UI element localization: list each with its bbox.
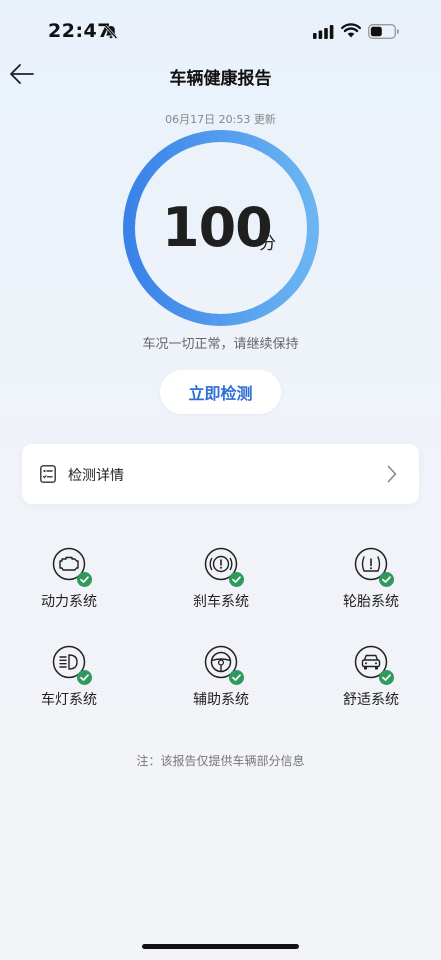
check-badge-icon: [379, 670, 394, 685]
status-time: 22:47: [48, 20, 111, 42]
check-badge-icon: [77, 670, 92, 685]
score-value: 100: [162, 196, 273, 259]
system-item-lights[interactable]: 车灯系统: [14, 645, 124, 715]
system-item-comfort[interactable]: 舒适系统: [316, 645, 426, 715]
system-label: 辅助系统: [193, 692, 249, 708]
score-unit: 分: [259, 234, 276, 254]
bell-off-icon: [104, 25, 118, 39]
wifi-icon: [341, 23, 361, 38]
check-badge-icon: [229, 670, 244, 685]
system-item-assist[interactable]: 辅助系统: [166, 645, 276, 715]
check-now-button[interactable]: 立即检测: [160, 370, 281, 414]
check-badge-icon: [229, 572, 244, 587]
score-message: 车况一切正常，请继续保持: [142, 337, 299, 352]
check-badge-icon: [77, 572, 92, 587]
system-label: 轮胎系统: [343, 594, 399, 610]
battery-icon: [368, 24, 399, 39]
detail-label: 检测详情: [68, 468, 124, 484]
system-label: 舒适系统: [343, 692, 399, 708]
signal-icon: [313, 25, 334, 39]
system-item-tire[interactable]: 轮胎系统: [316, 547, 426, 617]
system-label: 车灯系统: [41, 692, 97, 708]
check-badge-icon: [379, 572, 394, 587]
footnote: 注：该报告仅提供车辆部分信息: [136, 754, 305, 768]
system-label: 动力系统: [41, 594, 97, 610]
home-indicator[interactable]: [142, 944, 299, 949]
update-timestamp: 06月17日 20:53 更新: [165, 113, 276, 126]
status-bar: 22:47: [0, 0, 441, 60]
system-item-power[interactable]: 动力系统: [14, 547, 124, 617]
system-label: 刹车系统: [193, 594, 249, 610]
chevron-right-icon: [387, 465, 397, 483]
page-title: 车辆健康报告: [169, 69, 272, 89]
detail-card[interactable]: 检测详情: [22, 444, 419, 504]
checklist-icon: [40, 465, 56, 483]
system-item-brake[interactable]: 刹车系统: [166, 547, 276, 617]
